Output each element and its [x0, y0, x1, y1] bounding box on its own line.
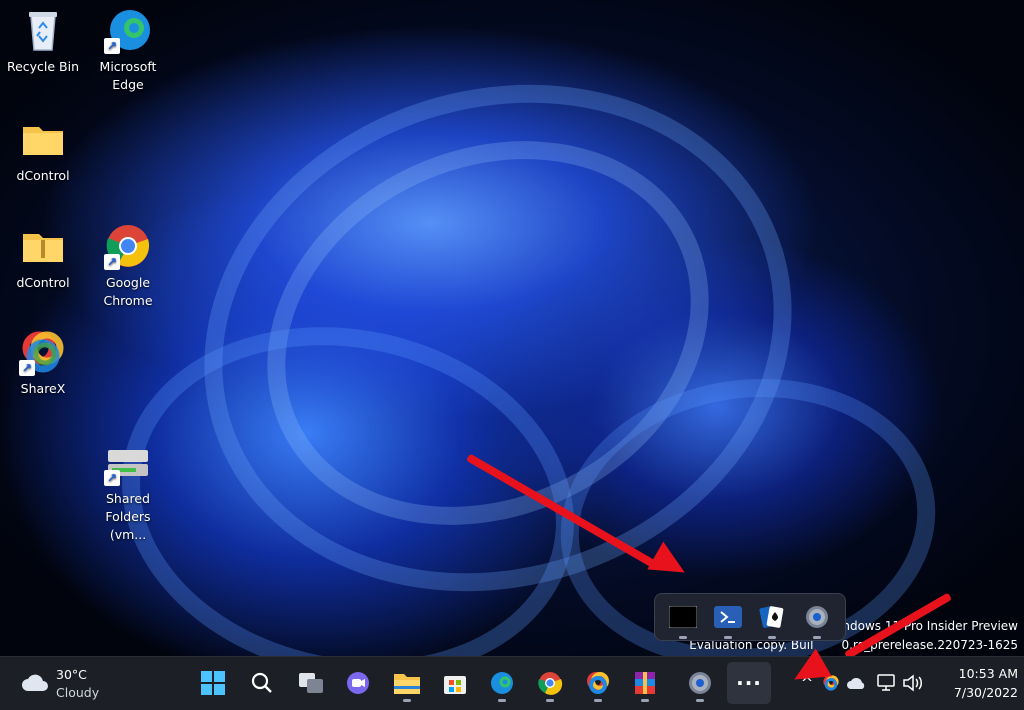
overflow-more-icon: ··· [736, 671, 762, 695]
desktop-icon-shared-folders[interactable]: ↗ Shared Folders (vm... [87, 438, 169, 544]
solitaire-item[interactable] [754, 599, 790, 639]
running-indicator [812, 636, 821, 639]
chrome-icon [538, 672, 563, 695]
chrome-icon: ↗ [104, 222, 152, 270]
terminal-icon [669, 606, 698, 628]
running-indicator [546, 699, 554, 702]
settings-icon [805, 606, 828, 628]
running-indicator [679, 636, 688, 639]
running-indicator [498, 699, 506, 702]
chat-button[interactable] [338, 663, 378, 703]
desktop-icon-label: Microsoft Edge [99, 59, 157, 92]
clock[interactable]: 10:53 AM 7/30/2022 [934, 664, 1018, 702]
settings-taskbar-button[interactable] [680, 663, 720, 703]
tray-onedrive[interactable] [846, 672, 868, 694]
desktop-icon-label: dControl [16, 168, 70, 183]
folder-icon [19, 115, 67, 163]
sharex-taskbar-button[interactable] [578, 663, 618, 703]
sharex-icon [587, 672, 609, 694]
desktop-icon-label: dControl [16, 275, 70, 290]
running-indicator [723, 636, 732, 639]
desktop: Recycle Bin ↗ Microsoft Edge dControl dC… [0, 0, 1024, 656]
tray-volume[interactable] [902, 672, 924, 694]
file-explorer-button[interactable] [387, 663, 427, 703]
tray-network[interactable] [876, 672, 898, 694]
edge-icon: ↗ [104, 6, 152, 54]
winrar-icon [635, 672, 655, 694]
chrome-taskbar-button[interactable] [530, 663, 570, 703]
solitaire-icon [759, 606, 784, 628]
desktop-icon-chrome[interactable]: ↗ Google Chrome [87, 222, 169, 310]
windows-start-icon [201, 671, 225, 695]
task-view-icon [299, 673, 323, 693]
network-icon [877, 674, 895, 691]
desktop-icon-label: ShareX [20, 381, 66, 396]
shortcut-arrow-icon: ↗ [104, 254, 120, 270]
weather-widget[interactable]: 30°C Cloudy [18, 665, 128, 703]
taskbar-overflow-button[interactable]: ··· [727, 662, 771, 704]
running-indicator [768, 636, 777, 639]
powershell-item[interactable] [710, 599, 746, 639]
teams-chat-icon [347, 672, 369, 694]
terminal-item[interactable] [665, 599, 701, 639]
sharex-icon: ↗ [19, 328, 67, 376]
search-icon [251, 672, 272, 693]
shortcut-arrow-icon: ↗ [104, 470, 120, 486]
desktop-icon-dcontrol-folder[interactable]: dControl [2, 115, 84, 185]
shortcut-arrow-icon: ↗ [104, 38, 120, 54]
watermark-line-1: indows 11 Pro Insider Preview [839, 619, 1018, 633]
taskbar: 30°C Cloudy ··· ^ 10:53 AM 7/30/2022 [0, 656, 1024, 710]
onedrive-cloud-icon [847, 678, 865, 689]
running-indicator [641, 699, 649, 702]
desktop-icon-dcontrol-zip[interactable]: dControl [2, 222, 84, 292]
desktop-icon-recycle-bin[interactable]: Recycle Bin [2, 6, 84, 76]
store-icon [444, 676, 466, 694]
desktop-icon-label: Shared Folders (vm... [105, 491, 151, 542]
file-explorer-icon [394, 674, 420, 694]
desktop-icon-sharex[interactable]: ↗ ShareX [2, 328, 84, 398]
weather-condition: Cloudy [56, 685, 100, 700]
desktop-icon-label: Recycle Bin [6, 59, 80, 74]
speaker-icon [903, 674, 922, 692]
zip-folder-icon [19, 222, 67, 270]
shortcut-arrow-icon: ↗ [19, 360, 35, 376]
running-indicator [594, 699, 602, 702]
weather-temp: 30°C [56, 667, 87, 682]
settings-item[interactable] [799, 599, 835, 639]
edge-icon [491, 672, 513, 694]
settings-icon [689, 672, 711, 694]
clock-date: 7/30/2022 [953, 685, 1018, 700]
desktop-icon-edge[interactable]: ↗ Microsoft Edge [87, 6, 169, 94]
search-button[interactable] [242, 663, 282, 703]
store-button[interactable] [435, 663, 475, 703]
powershell-icon [713, 606, 742, 628]
edge-taskbar-button[interactable] [482, 663, 522, 703]
task-view-button[interactable] [291, 663, 331, 703]
running-indicator [696, 699, 704, 702]
taskbar-overflow-flyout [654, 593, 846, 641]
start-button[interactable] [193, 663, 233, 703]
running-indicator [403, 699, 411, 702]
winrar-taskbar-button[interactable] [625, 663, 665, 703]
clock-time: 10:53 AM [958, 666, 1018, 681]
recycle-bin-icon [19, 6, 67, 54]
desktop-icon-label: Google Chrome [103, 275, 153, 308]
cloud-icon [22, 674, 48, 691]
network-drive-icon: ↗ [104, 438, 152, 486]
